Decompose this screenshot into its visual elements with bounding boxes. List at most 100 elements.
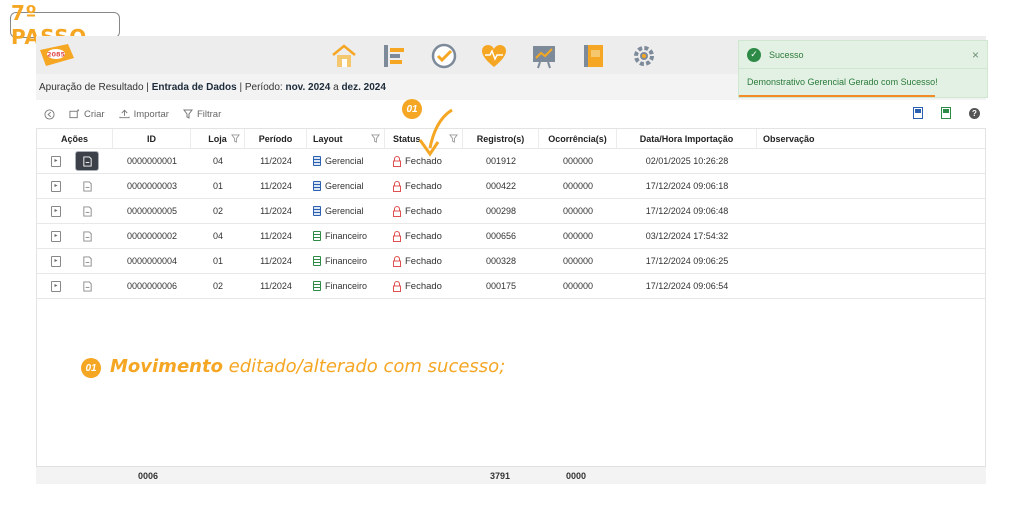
expand-row-icon[interactable]: ▸ <box>51 205 61 217</box>
cell-periodo: 11/2024 <box>260 231 292 241</box>
cell-loja: 01 <box>212 181 223 191</box>
annotation-arrow-icon <box>418 108 453 157</box>
cell-id: 0000000001 <box>126 156 178 166</box>
cell-observacao <box>757 249 987 273</box>
help-icon[interactable]: ? <box>969 107 980 119</box>
view-document-button[interactable] <box>75 201 99 221</box>
breadcrumb-current: Entrada de Dados <box>151 81 237 93</box>
success-toast: ✓ Sucesso × Demonstrativo Gerencial Gera… <box>738 40 988 98</box>
app-logo[interactable]: 2085 <box>38 42 76 68</box>
back-button[interactable] <box>44 108 55 120</box>
status-label: Fechado <box>405 205 442 217</box>
table-row[interactable]: ▸ 0000000003 01 11/2024 Gerencial Fechad… <box>37 174 985 199</box>
view-document-button[interactable] <box>75 276 99 296</box>
import-button[interactable]: Importar <box>119 109 169 120</box>
cell-periodo: 11/2024 <box>260 206 292 216</box>
col-layout[interactable]: Layout <box>307 129 385 148</box>
cell-loja: 04 <box>212 156 223 166</box>
view-document-button[interactable] <box>75 251 99 271</box>
cell-registros: 000422 <box>485 181 517 191</box>
grid-footer: 0006 3791 0000 <box>36 466 986 484</box>
cell-loja: 02 <box>212 206 223 216</box>
cell-status: Fechado <box>385 249 463 273</box>
layout-label: Gerencial <box>325 156 364 166</box>
cell-id: 0000000003 <box>126 181 178 191</box>
cell-loja: 04 <box>212 231 223 241</box>
status-label: Fechado <box>405 255 442 267</box>
cell-ocorrencias: 000000 <box>562 281 594 291</box>
cell-status: Fechado <box>385 224 463 248</box>
cell-registros: 000328 <box>485 256 517 266</box>
notebook-icon[interactable] <box>578 40 610 72</box>
check-icon: ✓ <box>747 47 761 62</box>
period-connector: a <box>330 81 342 93</box>
document-icon <box>82 280 92 292</box>
expand-row-icon[interactable]: ▸ <box>51 155 61 167</box>
gear-network-icon[interactable] <box>628 40 660 72</box>
cell-data-importacao: 17/12/2024 09:06:48 <box>645 206 729 216</box>
col-ocorrencias[interactable]: Ocorrência(s) <box>539 129 617 148</box>
timeline-icon[interactable] <box>378 40 410 72</box>
document-icon <box>82 205 92 217</box>
expand-row-icon[interactable]: ▸ <box>51 180 61 192</box>
cell-ocorrencias: 000000 <box>562 256 594 266</box>
view-document-button[interactable] <box>75 151 99 171</box>
footer-registros-total: 3791 <box>490 471 511 481</box>
cell-ocorrencias: 000000 <box>562 231 594 241</box>
footer-ocorrencias-total: 0000 <box>566 471 587 481</box>
export-excel-icon[interactable] <box>941 107 951 119</box>
col-data-importacao[interactable]: Data/Hora Importação <box>617 129 757 148</box>
cell-ocorrencias: 000000 <box>562 181 594 191</box>
document-icon <box>82 155 92 167</box>
filter-button[interactable]: Filtrar <box>182 108 222 120</box>
chart-board-icon[interactable] <box>528 40 560 72</box>
status-label: Fechado <box>405 230 442 242</box>
expand-row-icon[interactable]: ▸ <box>51 230 61 242</box>
cell-status: Fechado <box>385 199 463 223</box>
cell-id: 0000000002 <box>126 231 178 241</box>
close-icon[interactable]: × <box>972 48 979 62</box>
view-document-button[interactable] <box>75 226 99 246</box>
spreadsheet-icon <box>313 231 321 241</box>
spreadsheet-icon <box>313 281 321 291</box>
create-button[interactable]: Criar <box>69 109 105 120</box>
heart-pulse-icon[interactable] <box>478 40 510 72</box>
cell-status: Fechado <box>385 174 463 198</box>
layout-label: Gerencial <box>325 206 364 216</box>
col-loja[interactable]: Loja <box>191 129 245 148</box>
expand-row-icon[interactable]: ▸ <box>51 280 61 292</box>
table-row[interactable]: ▸ 0000000004 01 11/2024 Financeiro Fecha… <box>37 249 985 274</box>
document-icon <box>82 180 92 192</box>
cell-ocorrencias: 000000 <box>562 206 594 216</box>
expand-row-icon[interactable]: ▸ <box>51 255 61 267</box>
table-row[interactable]: ▸ 0000000002 04 11/2024 Financeiro Fecha… <box>37 224 985 249</box>
export-pdf-icon[interactable] <box>913 107 923 119</box>
toast-title: Sucesso <box>769 49 804 60</box>
data-grid: Ações ID Loja Período Layout Status Regi… <box>36 128 986 483</box>
view-document-button[interactable] <box>75 176 99 196</box>
grid-header: Ações ID Loja Período Layout Status Regi… <box>37 129 985 149</box>
cell-status: Fechado <box>385 274 463 298</box>
home-icon[interactable] <box>328 40 360 72</box>
table-row[interactable]: ▸ 0000000005 02 11/2024 Gerencial Fechad… <box>37 199 985 224</box>
document-icon <box>82 255 92 267</box>
column-filter-icon[interactable] <box>371 134 380 143</box>
step-badge: 7º PASSO <box>10 1 120 49</box>
col-id[interactable]: ID <box>113 129 191 148</box>
cell-data-importacao: 02/01/2025 10:26:28 <box>645 156 729 166</box>
cell-observacao <box>757 149 987 173</box>
filter-label: Filtrar <box>196 108 222 120</box>
breadcrumb-module[interactable]: Apuração de Resultado <box>39 82 144 93</box>
table-row[interactable]: ▸ 0000000006 02 11/2024 Financeiro Fecha… <box>37 274 985 299</box>
column-filter-icon[interactable] <box>231 134 240 143</box>
check-circle-icon[interactable] <box>428 40 460 72</box>
col-registros[interactable]: Registro(s) <box>463 129 539 148</box>
cell-observacao <box>757 274 987 298</box>
cell-ocorrencias: 000000 <box>562 156 594 166</box>
table-row[interactable]: ▸ 0000000001 04 11/2024 Gerencial Fechad… <box>37 149 985 174</box>
filter-icon <box>182 109 193 119</box>
col-observacao[interactable]: Observação <box>757 129 987 148</box>
status-label: Fechado <box>405 180 442 192</box>
document-icon <box>82 230 92 242</box>
col-periodo[interactable]: Período <box>245 129 307 148</box>
